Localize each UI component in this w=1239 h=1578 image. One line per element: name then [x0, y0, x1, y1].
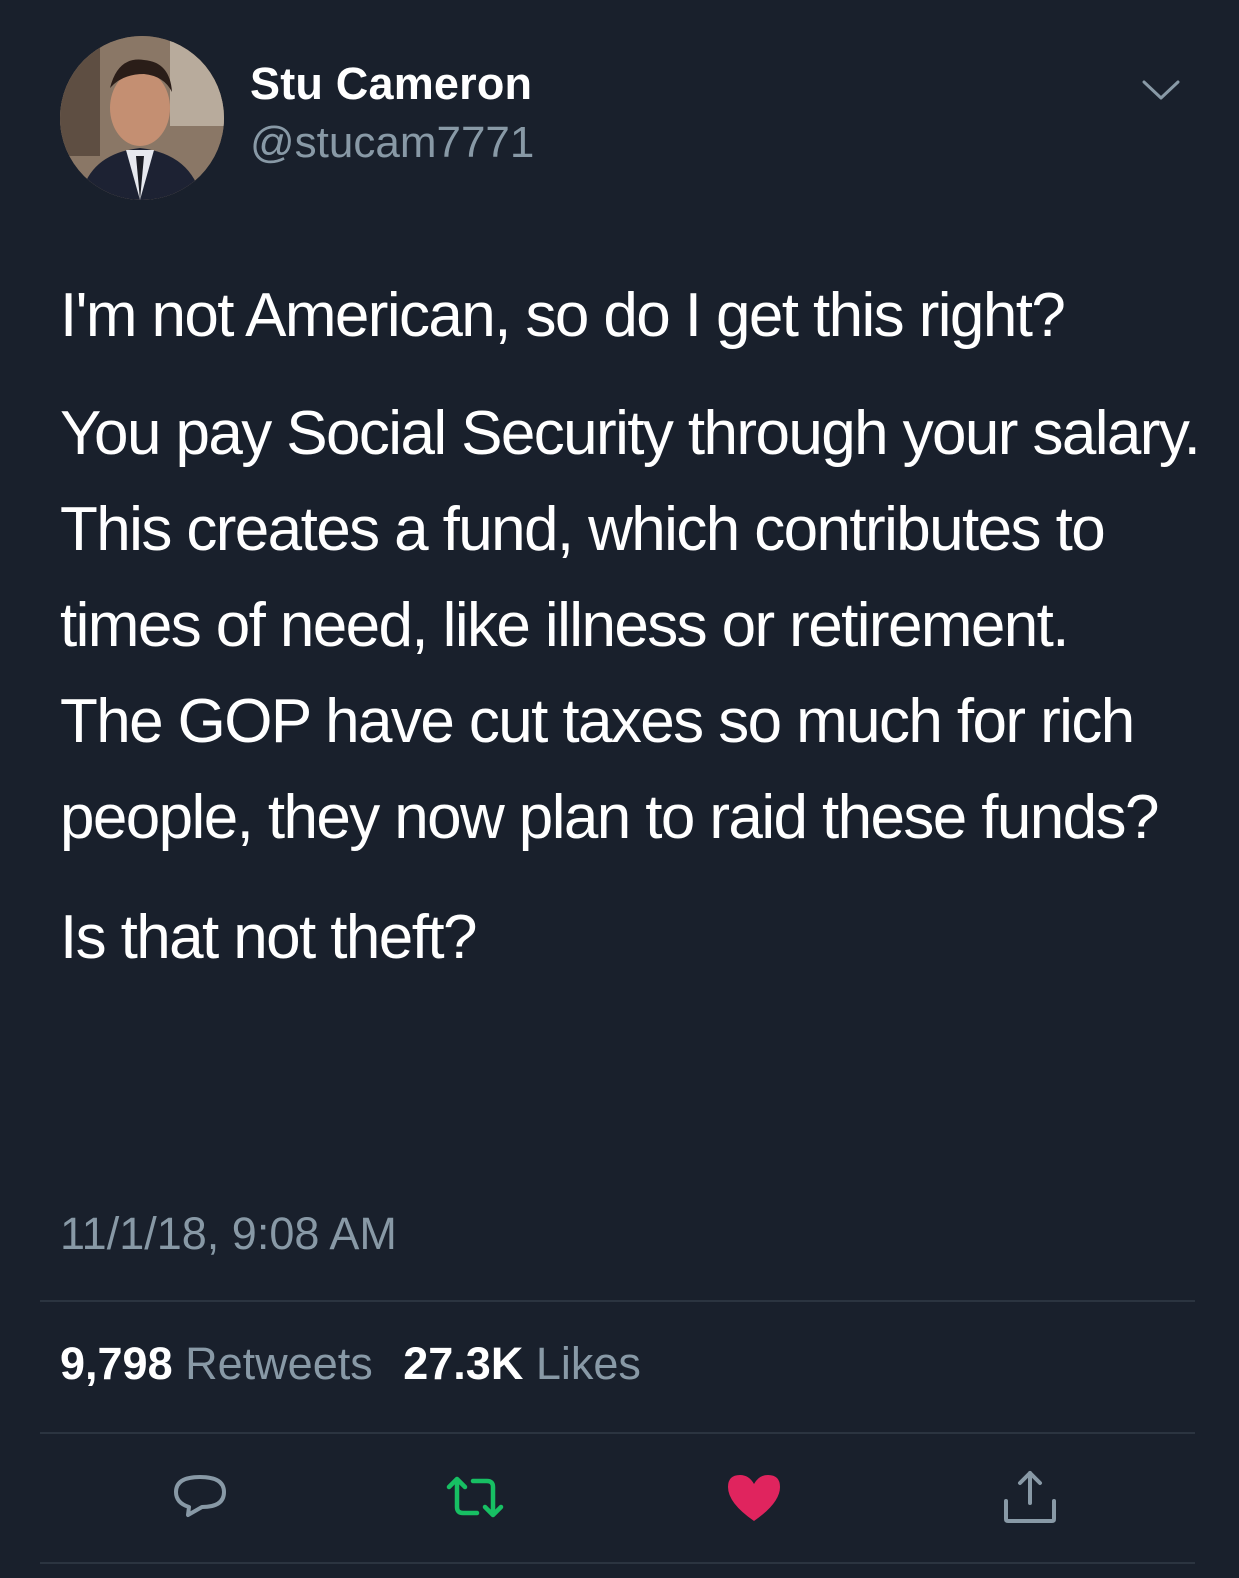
tweet-paragraph: You pay Social Security through your sal… [60, 399, 1201, 852]
retweet-icon [446, 1476, 504, 1518]
profile-photo [60, 36, 224, 200]
tweet-stats: 9,798 Retweets 27.3K Likes [60, 1338, 659, 1390]
tweet-text: I'm not American, so do I get this right… [60, 268, 1201, 986]
like-button[interactable] [722, 1465, 786, 1529]
likes-label[interactable]: Likes [536, 1338, 641, 1389]
divider [40, 1562, 1195, 1564]
tweet-paragraph: Is that not theft? [60, 903, 477, 972]
avatar[interactable] [60, 36, 224, 200]
divider [40, 1432, 1195, 1434]
heart-icon [728, 1475, 780, 1521]
reply-button[interactable] [168, 1465, 232, 1529]
chevron-down-icon[interactable] [1140, 72, 1182, 108]
tweet-timestamp[interactable]: 11/1/18, 9:08 AM [60, 1208, 397, 1260]
share-icon [1004, 1471, 1056, 1523]
reply-icon [174, 1475, 226, 1517]
retweets-count[interactable]: 9,798 [60, 1338, 173, 1389]
divider [40, 1300, 1195, 1302]
share-button[interactable] [998, 1465, 1062, 1529]
likes-count[interactable]: 27.3K [403, 1338, 523, 1389]
retweets-label[interactable]: Retweets [185, 1338, 373, 1389]
tweet-paragraph: I'm not American, so do I get this right… [60, 281, 1066, 350]
retweet-button[interactable] [443, 1465, 507, 1529]
display-name[interactable]: Stu Cameron [250, 58, 532, 110]
tweet-header: Stu Cameron @stucam7771 [0, 0, 1239, 230]
user-handle[interactable]: @stucam7771 [250, 118, 534, 168]
